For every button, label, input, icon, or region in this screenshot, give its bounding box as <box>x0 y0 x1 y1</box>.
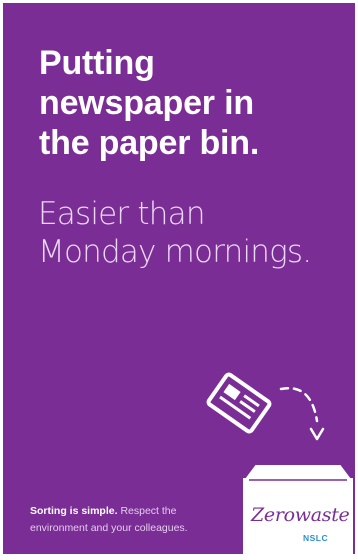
poster: Putting newspaper in the paper bin. Easi… <box>3 3 355 554</box>
newspaper-to-bin-graphic <box>206 372 325 441</box>
headline-line-2: newspaper in <box>39 84 254 122</box>
subheadline: Easier than Monday mornings. <box>38 195 312 271</box>
tagline-rest-2: environment and your colleagues. <box>30 522 188 534</box>
headline-line-1: Putting <box>39 44 155 82</box>
tagline-bold: Sorting is simple. <box>30 505 118 517</box>
headline: Putting newspaper in the paper bin. <box>39 43 259 163</box>
tagline-rest-1: Respect the <box>117 505 177 517</box>
headline-line-3: the paper bin. <box>39 124 260 162</box>
subheadline-line-2: Monday mornings. <box>38 234 312 270</box>
subheadline-line-1: Easier than <box>38 196 205 232</box>
newspaper-icon <box>206 372 272 434</box>
nslc-logo-text: NSLC <box>303 533 329 543</box>
curved-arrow-icon <box>279 386 319 423</box>
tagline: Sorting is simple. Respect the environme… <box>30 503 188 537</box>
zerowaste-logo: Zerowaste <box>251 504 350 526</box>
